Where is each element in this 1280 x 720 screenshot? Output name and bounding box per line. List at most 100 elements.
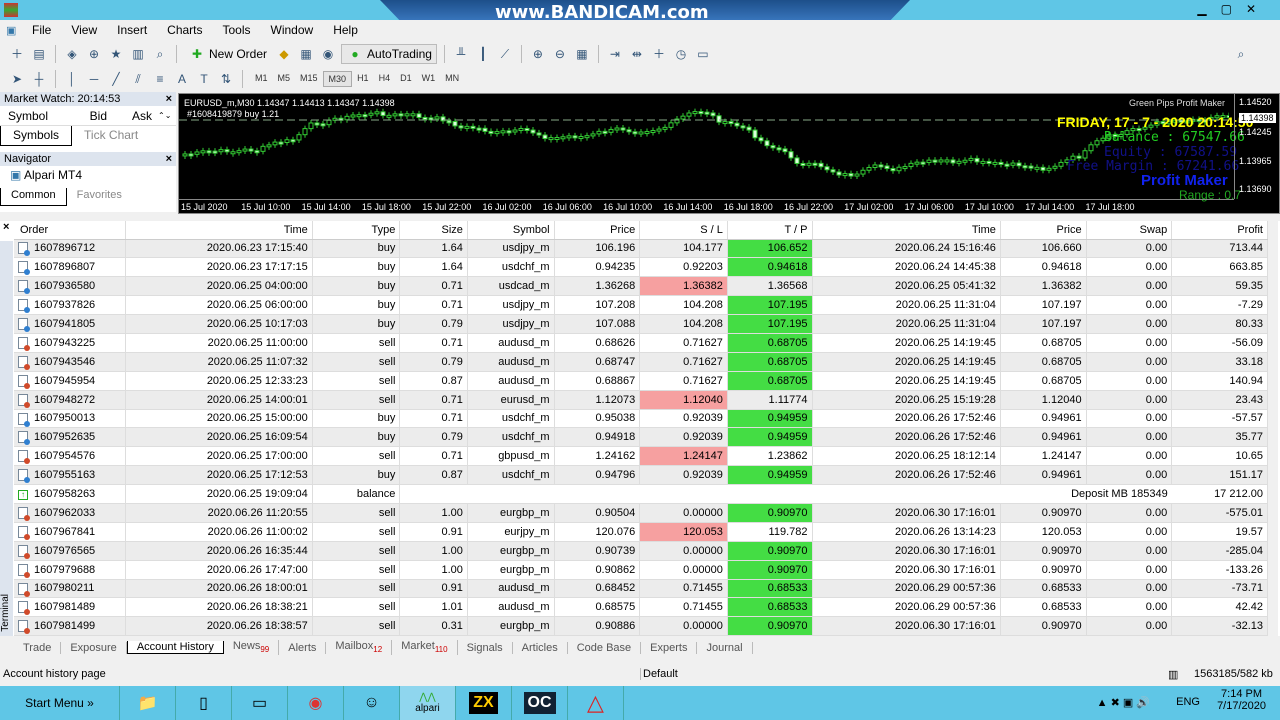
table-row[interactable]: 1607948272 2020.06.25 14:00:01 sell 0.71 eur… xyxy=(14,390,1268,410)
col-header[interactable]: Type xyxy=(312,221,401,240)
cursor-icon[interactable]: ➤ xyxy=(8,70,26,88)
table-row[interactable]: 1607976565 2020.06.26 16:35:44 sell 1.00 eur… xyxy=(14,541,1268,561)
triangle-app-icon[interactable]: △ xyxy=(568,686,624,720)
tab-common[interactable]: Common xyxy=(0,188,67,206)
tab-experts[interactable]: Experts xyxy=(641,641,698,654)
autotrading-button[interactable]: ● AutoTrading xyxy=(341,44,437,64)
col-header[interactable]: Profit xyxy=(1171,221,1268,240)
timeframe-h4[interactable]: H4 xyxy=(374,71,396,87)
fibonacci-icon[interactable]: ≡ xyxy=(151,70,169,88)
candlestick-icon[interactable]: ┃ xyxy=(474,45,492,63)
window-controls[interactable]: ▁▢✕ xyxy=(1197,2,1270,16)
col-symbol[interactable]: Symbol xyxy=(0,109,62,123)
tray-icons[interactable]: ▲ ✖ ▣ 🔊 xyxy=(1097,696,1150,709)
col-ask[interactable]: Ask xyxy=(107,109,152,123)
metaeditor-icon[interactable]: ◆ xyxy=(275,45,293,63)
app-menu-icon[interactable]: ▣ xyxy=(6,24,22,37)
oc-app-icon[interactable]: OC xyxy=(512,686,568,720)
menu-help[interactable]: Help xyxy=(323,23,368,37)
tab-journal[interactable]: Journal xyxy=(697,641,753,654)
zoom-in-icon[interactable]: ⊕ xyxy=(529,45,547,63)
table-row[interactable]: 1607980211 2020.06.26 18:00:01 sell 0.91 aud… xyxy=(14,579,1268,599)
timeframe-m1[interactable]: M1 xyxy=(250,71,273,87)
col-bid[interactable]: Bid xyxy=(62,109,107,123)
chrome-icon[interactable]: ◉ xyxy=(288,686,344,720)
table-row[interactable]: 1607936580 2020.06.25 04:00:00 buy 0.71 usdc… xyxy=(14,276,1268,297)
indicators-icon[interactable]: ＋ xyxy=(650,45,668,63)
text-icon[interactable]: A xyxy=(173,70,191,88)
col-header[interactable]: Time xyxy=(125,221,313,240)
start-menu-button[interactable]: Start Menu » xyxy=(0,686,120,720)
table-row[interactable]: 1607937826 2020.06.25 06:00:00 buy 0.71 usdj… xyxy=(14,295,1268,316)
signals-icon[interactable]: ◉ xyxy=(319,45,337,63)
tab-account-history[interactable]: Account History xyxy=(126,641,224,654)
alpari-icon[interactable]: ⋀⋀ alpari xyxy=(400,686,456,720)
menu-file[interactable]: File xyxy=(22,23,61,37)
table-row[interactable]: 1607943546 2020.06.25 11:07:32 sell 0.79 aud… xyxy=(14,352,1268,372)
table-row[interactable]: 1607962033 2020.06.26 11:20:55 sell 1.00 eur… xyxy=(14,503,1268,523)
trendline-icon[interactable]: ╱ xyxy=(107,70,125,88)
col-header[interactable]: Swap xyxy=(1086,221,1173,240)
window-icon[interactable]: ▭ xyxy=(232,686,288,720)
chart-shift-icon[interactable]: ⇹ xyxy=(628,45,646,63)
col-header[interactable]: Size xyxy=(399,221,468,240)
table-row[interactable]: 1607981499 2020.06.26 18:38:57 sell 0.31 eur… xyxy=(14,616,1268,637)
new-chart-icon[interactable]: ＋ xyxy=(8,45,26,63)
search-icon[interactable]: ⌕ xyxy=(1232,45,1250,63)
file-explorer-icon[interactable]: 📁 xyxy=(120,686,176,720)
tab-symbols[interactable]: Symbols xyxy=(0,126,73,146)
options-icon[interactable]: ▦ xyxy=(297,45,315,63)
col-header[interactable]: Order xyxy=(14,221,127,240)
menu-window[interactable]: Window xyxy=(261,23,324,37)
table-row[interactable]: 1607896807 2020.06.23 17:17:15 buy 1.64 usdc… xyxy=(14,257,1268,278)
table-row[interactable]: 1607896712 2020.06.23 17:15:40 buy 1.64 usdj… xyxy=(14,239,1268,259)
table-row[interactable]: 1607945954 2020.06.25 12:33:23 sell 0.87 aud… xyxy=(14,371,1268,391)
timeframe-d1[interactable]: D1 xyxy=(395,71,417,87)
text-label-icon[interactable]: T xyxy=(195,70,213,88)
timeframe-w1[interactable]: W1 xyxy=(417,71,441,87)
table-row[interactable]: 1607954576 2020.06.25 17:00:00 sell 0.71 gbp… xyxy=(14,446,1268,467)
table-row[interactable]: ↑ 1607958263 2020.06.25 19:09:04 balance Dep… xyxy=(14,484,1268,504)
scroll-arrows-icon[interactable]: ⌃⌄ xyxy=(158,111,171,120)
navigator-icon[interactable]: ★ xyxy=(107,45,125,63)
col-header[interactable]: Symbol xyxy=(467,221,555,240)
profiles-icon[interactable]: ▤ xyxy=(30,45,48,63)
tile-windows-icon[interactable]: ▦ xyxy=(573,45,591,63)
col-header[interactable]: S / L xyxy=(639,221,728,240)
close-icon[interactable]: × xyxy=(166,92,172,106)
tab-trade[interactable]: Trade xyxy=(14,641,62,654)
table-row[interactable]: 1607955163 2020.06.25 17:12:53 buy 0.87 usdc… xyxy=(14,465,1268,486)
scrollbar[interactable] xyxy=(1268,221,1278,636)
timeframe-m30[interactable]: M30 xyxy=(322,71,353,87)
crosshair-icon[interactable]: ⊕ xyxy=(85,45,103,63)
menu-charts[interactable]: Charts xyxy=(157,23,212,37)
timeframe-mn[interactable]: MN xyxy=(440,71,464,87)
clock[interactable]: 7:14 PM 7/17/2020 xyxy=(1217,688,1266,712)
tab-signals[interactable]: Signals xyxy=(458,641,513,654)
navigator-tree-item[interactable]: ▣ Alpari MT4 xyxy=(0,166,176,188)
menu-tools[interactable]: Tools xyxy=(213,23,261,37)
price-chart[interactable]: EURUSD_m,M30 1.14347 1.14413 1.14347 1.1… xyxy=(178,93,1280,214)
col-header[interactable]: Time xyxy=(812,221,1001,240)
templates-icon[interactable]: ▭ xyxy=(694,45,712,63)
autoscroll-icon[interactable]: ⇥ xyxy=(606,45,624,63)
close-icon[interactable]: × xyxy=(3,221,9,233)
arrows-icon[interactable]: ⇅ xyxy=(217,70,235,88)
table-row[interactable]: 1607952635 2020.06.25 16:09:54 buy 0.79 usdc… xyxy=(14,427,1268,448)
table-row[interactable]: 1607941805 2020.06.25 10:17:03 buy 0.79 usdj… xyxy=(14,314,1268,334)
channel-icon[interactable]: ⫽ xyxy=(129,70,147,88)
market-watch-icon[interactable]: ◈ xyxy=(63,45,81,63)
table-row[interactable]: 1607943225 2020.06.25 11:00:00 sell 0.71 aud… xyxy=(14,333,1268,353)
table-row[interactable]: 1607979688 2020.06.26 17:47:00 sell 1.00 eur… xyxy=(14,560,1268,580)
menu-view[interactable]: View xyxy=(61,23,107,37)
new-order-button[interactable]: ✚ New Order xyxy=(184,44,271,64)
tab-market[interactable]: Market110 xyxy=(392,640,458,655)
vertical-line-icon[interactable]: │ xyxy=(63,70,81,88)
tab-code-base[interactable]: Code Base xyxy=(568,641,642,654)
tab-articles[interactable]: Articles xyxy=(513,641,568,654)
close-icon[interactable]: × xyxy=(166,152,172,166)
bar-chart-icon[interactable]: ╨ xyxy=(452,45,470,63)
timeframe-m5[interactable]: M5 xyxy=(273,71,296,87)
tab-tick-chart[interactable]: Tick Chart xyxy=(72,126,150,146)
timeframe-m15[interactable]: M15 xyxy=(295,71,323,87)
